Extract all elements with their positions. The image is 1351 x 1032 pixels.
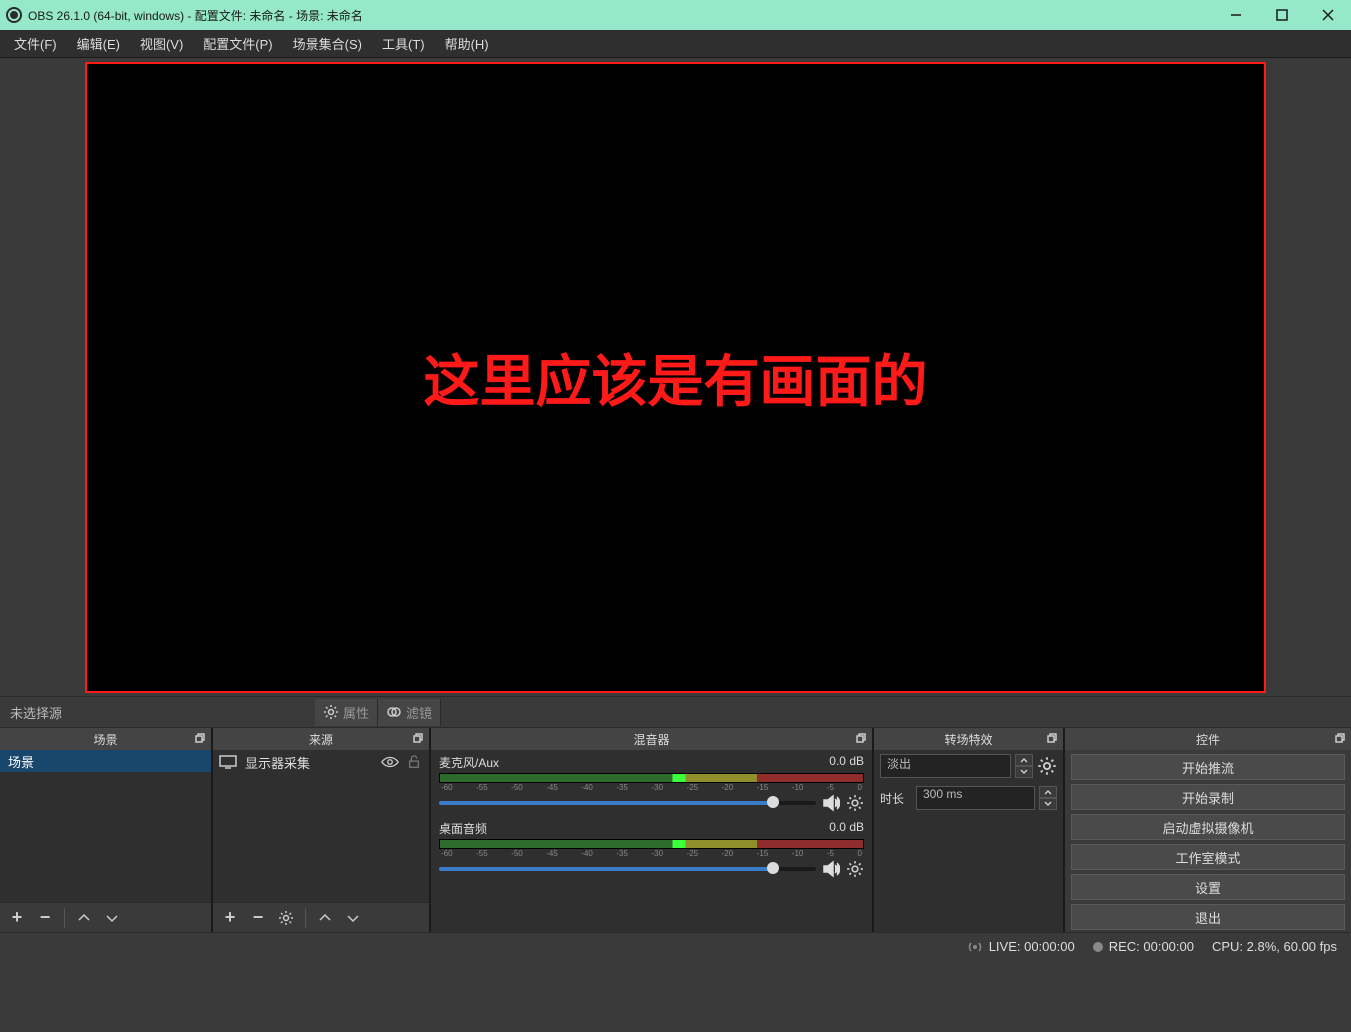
- maximize-button[interactable]: [1259, 0, 1305, 30]
- source-toolbar: 未选择源 属性 滤镜: [0, 696, 1351, 728]
- controls-dock-header[interactable]: 控件: [1065, 728, 1351, 750]
- scenes-dock-header[interactable]: 场景: [0, 728, 211, 750]
- mixer-channel-name: 桌面音频: [439, 820, 487, 837]
- broadcast-icon: [967, 939, 983, 955]
- mixer-channel-mic: 麦克风/Aux 0.0 dB -60-55-50-45-40-35-30-25-…: [431, 750, 872, 816]
- menu-help[interactable]: 帮助(H): [435, 30, 499, 57]
- speaker-icon[interactable]: [822, 794, 840, 812]
- source-item[interactable]: 显示器采集: [213, 750, 429, 774]
- gear-icon[interactable]: [846, 860, 864, 878]
- remove-scene-button[interactable]: −: [32, 906, 58, 930]
- duration-input[interactable]: 300 ms: [916, 786, 1035, 810]
- menu-view[interactable]: 视图(V): [130, 30, 193, 57]
- window-titlebar: OBS 26.1.0 (64-bit, windows) - 配置文件: 未命名…: [0, 0, 1351, 30]
- menu-bar: 文件(F) 编辑(E) 视图(V) 配置文件(P) 场景集合(S) 工具(T) …: [0, 30, 1351, 58]
- menu-profile[interactable]: 配置文件(P): [193, 30, 282, 57]
- add-scene-button[interactable]: +: [4, 906, 30, 930]
- move-scene-up-button[interactable]: [71, 906, 97, 930]
- audio-meter: [439, 839, 864, 849]
- studio-mode-button[interactable]: 工作室模式: [1071, 844, 1345, 870]
- mixer-channel-db: 0.0 dB: [829, 820, 864, 837]
- no-source-selected-label: 未选择源: [10, 703, 62, 722]
- transitions-dock-header[interactable]: 转场特效: [874, 728, 1063, 750]
- transition-down-button[interactable]: [1015, 766, 1033, 778]
- scenes-dock: 场景 场景 + −: [0, 728, 211, 932]
- popout-icon[interactable]: [1045, 731, 1059, 745]
- scene-item[interactable]: 场景: [0, 750, 211, 772]
- gear-icon[interactable]: [846, 794, 864, 812]
- move-scene-down-button[interactable]: [99, 906, 125, 930]
- filters-label: 滤镜: [406, 703, 432, 722]
- sources-dock: 来源 显示器采集 + −: [213, 728, 429, 932]
- popout-icon[interactable]: [193, 731, 207, 745]
- transitions-dock: 转场特效 淡出 时长 300 ms: [874, 728, 1063, 932]
- rec-status: REC: 00:00:00: [1093, 939, 1194, 954]
- settings-button[interactable]: 设置: [1071, 874, 1345, 900]
- preview-overlay-annotation: 这里应该是有画面的: [424, 337, 928, 418]
- preview-area: 这里应该是有画面的: [0, 58, 1351, 696]
- duration-label: 时长: [880, 790, 912, 807]
- gear-icon: [278, 910, 294, 926]
- menu-tools[interactable]: 工具(T): [372, 30, 435, 57]
- menu-edit[interactable]: 编辑(E): [67, 30, 130, 57]
- mixer-dock: 混音器 麦克风/Aux 0.0 dB -60-55-50-45-40-35-30…: [431, 728, 872, 932]
- meter-ticks: -60-55-50-45-40-35-30-25-20-15-10-50: [439, 849, 864, 858]
- mixer-channel-db: 0.0 dB: [829, 754, 864, 771]
- mixer-title: 混音器: [633, 731, 669, 748]
- controls-title: 控件: [1196, 731, 1220, 748]
- controls-dock: 控件 开始推流 开始录制 启动虚拟摄像机 工作室模式 设置 退出: [1065, 728, 1351, 932]
- transition-up-button[interactable]: [1015, 754, 1033, 766]
- visibility-icon[interactable]: [381, 755, 399, 769]
- gear-icon[interactable]: [1037, 756, 1057, 776]
- preview-canvas[interactable]: 这里应该是有画面的: [85, 62, 1266, 693]
- docks-container: 场景 场景 + − 来源 显示器采集: [0, 728, 1351, 932]
- exit-button[interactable]: 退出: [1071, 904, 1345, 930]
- duration-up-button[interactable]: [1039, 786, 1057, 798]
- transitions-title: 转场特效: [944, 731, 992, 748]
- gear-icon: [323, 704, 339, 720]
- minimize-button[interactable]: [1213, 0, 1259, 30]
- volume-slider[interactable]: [439, 860, 816, 878]
- display-capture-icon: [219, 755, 237, 769]
- live-status: LIVE: 00:00:00: [967, 939, 1075, 955]
- add-source-button[interactable]: +: [217, 906, 243, 930]
- volume-slider[interactable]: [439, 794, 816, 812]
- sources-title: 来源: [309, 731, 333, 748]
- move-source-up-button[interactable]: [312, 906, 338, 930]
- close-button[interactable]: [1305, 0, 1351, 30]
- start-virtualcam-button[interactable]: 启动虚拟摄像机: [1071, 814, 1345, 840]
- properties-button[interactable]: 属性: [315, 699, 378, 726]
- source-properties-button[interactable]: [273, 906, 299, 930]
- duration-down-button[interactable]: [1039, 798, 1057, 810]
- sources-dock-header[interactable]: 来源: [213, 728, 429, 750]
- cpu-status: CPU: 2.8%, 60.00 fps: [1212, 939, 1337, 954]
- move-source-down-button[interactable]: [340, 906, 366, 930]
- popout-icon[interactable]: [854, 731, 868, 745]
- start-streaming-button[interactable]: 开始推流: [1071, 754, 1345, 780]
- mixer-channel-name: 麦克风/Aux: [439, 754, 499, 771]
- transition-select[interactable]: 淡出: [880, 754, 1011, 778]
- popout-icon[interactable]: [411, 731, 425, 745]
- filters-icon: [386, 704, 402, 720]
- source-item-label: 显示器采集: [245, 753, 310, 772]
- mixer-dock-header[interactable]: 混音器: [431, 728, 872, 750]
- start-recording-button[interactable]: 开始录制: [1071, 784, 1345, 810]
- menu-scene-collection[interactable]: 场景集合(S): [283, 30, 372, 57]
- scenes-title: 场景: [93, 731, 117, 748]
- audio-meter: [439, 773, 864, 783]
- app-icon: [6, 7, 22, 23]
- record-indicator-icon: [1093, 942, 1103, 952]
- status-bar: LIVE: 00:00:00 REC: 00:00:00 CPU: 2.8%, …: [0, 932, 1351, 960]
- menu-file[interactable]: 文件(F): [4, 30, 67, 57]
- meter-ticks: -60-55-50-45-40-35-30-25-20-15-10-50: [439, 783, 864, 792]
- mixer-channel-desktop: 桌面音频 0.0 dB -60-55-50-45-40-35-30-25-20-…: [431, 816, 872, 882]
- lock-icon[interactable]: [405, 755, 423, 769]
- properties-label: 属性: [343, 703, 369, 722]
- window-title: OBS 26.1.0 (64-bit, windows) - 配置文件: 未命名…: [28, 7, 363, 24]
- popout-icon[interactable]: [1333, 731, 1347, 745]
- remove-source-button[interactable]: −: [245, 906, 271, 930]
- speaker-icon[interactable]: [822, 860, 840, 878]
- filters-button[interactable]: 滤镜: [378, 699, 441, 726]
